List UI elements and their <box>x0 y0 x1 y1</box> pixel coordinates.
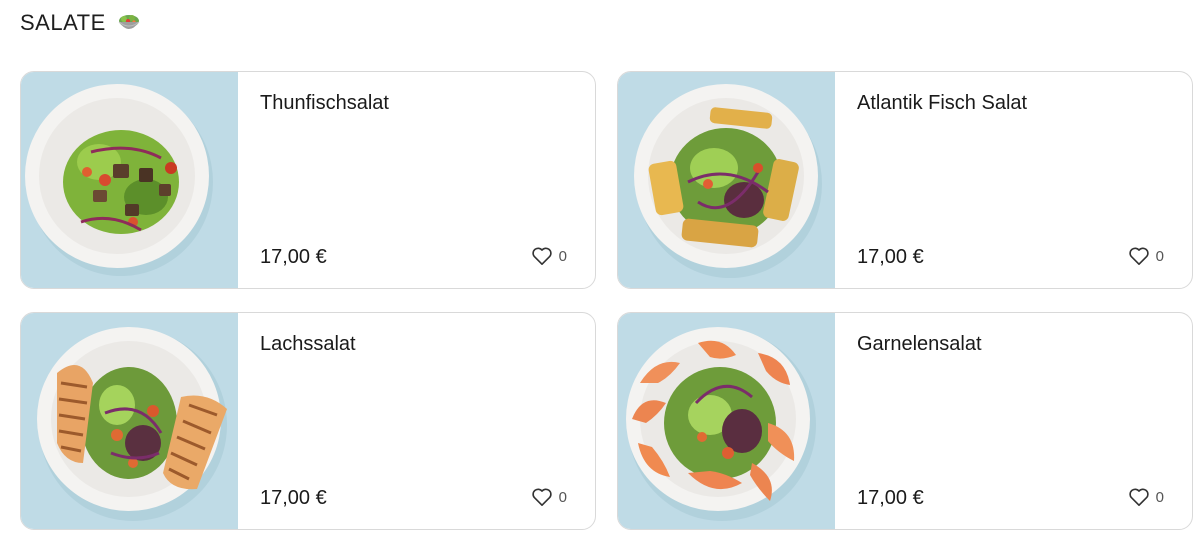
like-button[interactable]: 0 <box>531 487 567 507</box>
dish-card[interactable]: Thunfischsalat 17,00 € 0 <box>20 71 596 289</box>
like-button[interactable]: 0 <box>531 246 567 266</box>
section-header: SALATE <box>20 8 142 38</box>
like-count: 0 <box>558 488 567 506</box>
fish-salad-plate-image <box>634 84 822 278</box>
heart-outline-icon[interactable] <box>531 487 553 507</box>
like-count: 0 <box>1155 247 1164 265</box>
dish-name: Thunfischsalat <box>260 92 389 114</box>
salmon-salad-plate-image <box>37 327 227 521</box>
dish-card[interactable]: Atlantik Fisch Salat 17,00 € 0 <box>617 71 1193 289</box>
green-salad-bowl-icon <box>118 15 140 29</box>
dish-name: Atlantik Fisch Salat <box>857 92 1028 114</box>
shrimp-salad-plate-image <box>626 327 816 521</box>
like-count: 0 <box>558 247 567 265</box>
dish-image <box>618 313 835 529</box>
like-count: 0 <box>1155 488 1164 506</box>
dish-image <box>21 72 238 288</box>
dish-card[interactable]: Lachssalat 17,00 € 0 <box>20 312 596 530</box>
dish-name: Garnelensalat <box>857 333 982 355</box>
like-button[interactable]: 0 <box>1128 487 1164 507</box>
dish-image <box>618 72 835 288</box>
tuna-salad-plate-image <box>25 84 213 276</box>
like-button[interactable]: 0 <box>1128 246 1164 266</box>
dish-info: Atlantik Fisch Salat 17,00 € 0 <box>835 72 1192 288</box>
dish-name: Lachssalat <box>260 333 356 355</box>
dish-info: Lachssalat 17,00 € 0 <box>238 313 595 529</box>
heart-outline-icon[interactable] <box>531 246 553 266</box>
dish-grid: Thunfischsalat 17,00 € 0 Atlantik Fisch … <box>20 71 1193 530</box>
dish-price: 17,00 € <box>857 246 924 268</box>
section-title: SALATE <box>20 10 106 35</box>
dish-card[interactable]: Garnelensalat 17,00 € 0 <box>617 312 1193 530</box>
dish-price: 17,00 € <box>260 246 327 268</box>
dish-price: 17,00 € <box>260 487 327 509</box>
dish-info: Thunfischsalat 17,00 € 0 <box>238 72 595 288</box>
dish-info: Garnelensalat 17,00 € 0 <box>835 313 1192 529</box>
dish-price: 17,00 € <box>857 487 924 509</box>
heart-outline-icon[interactable] <box>1128 246 1150 266</box>
dish-image <box>21 313 238 529</box>
heart-outline-icon[interactable] <box>1128 487 1150 507</box>
